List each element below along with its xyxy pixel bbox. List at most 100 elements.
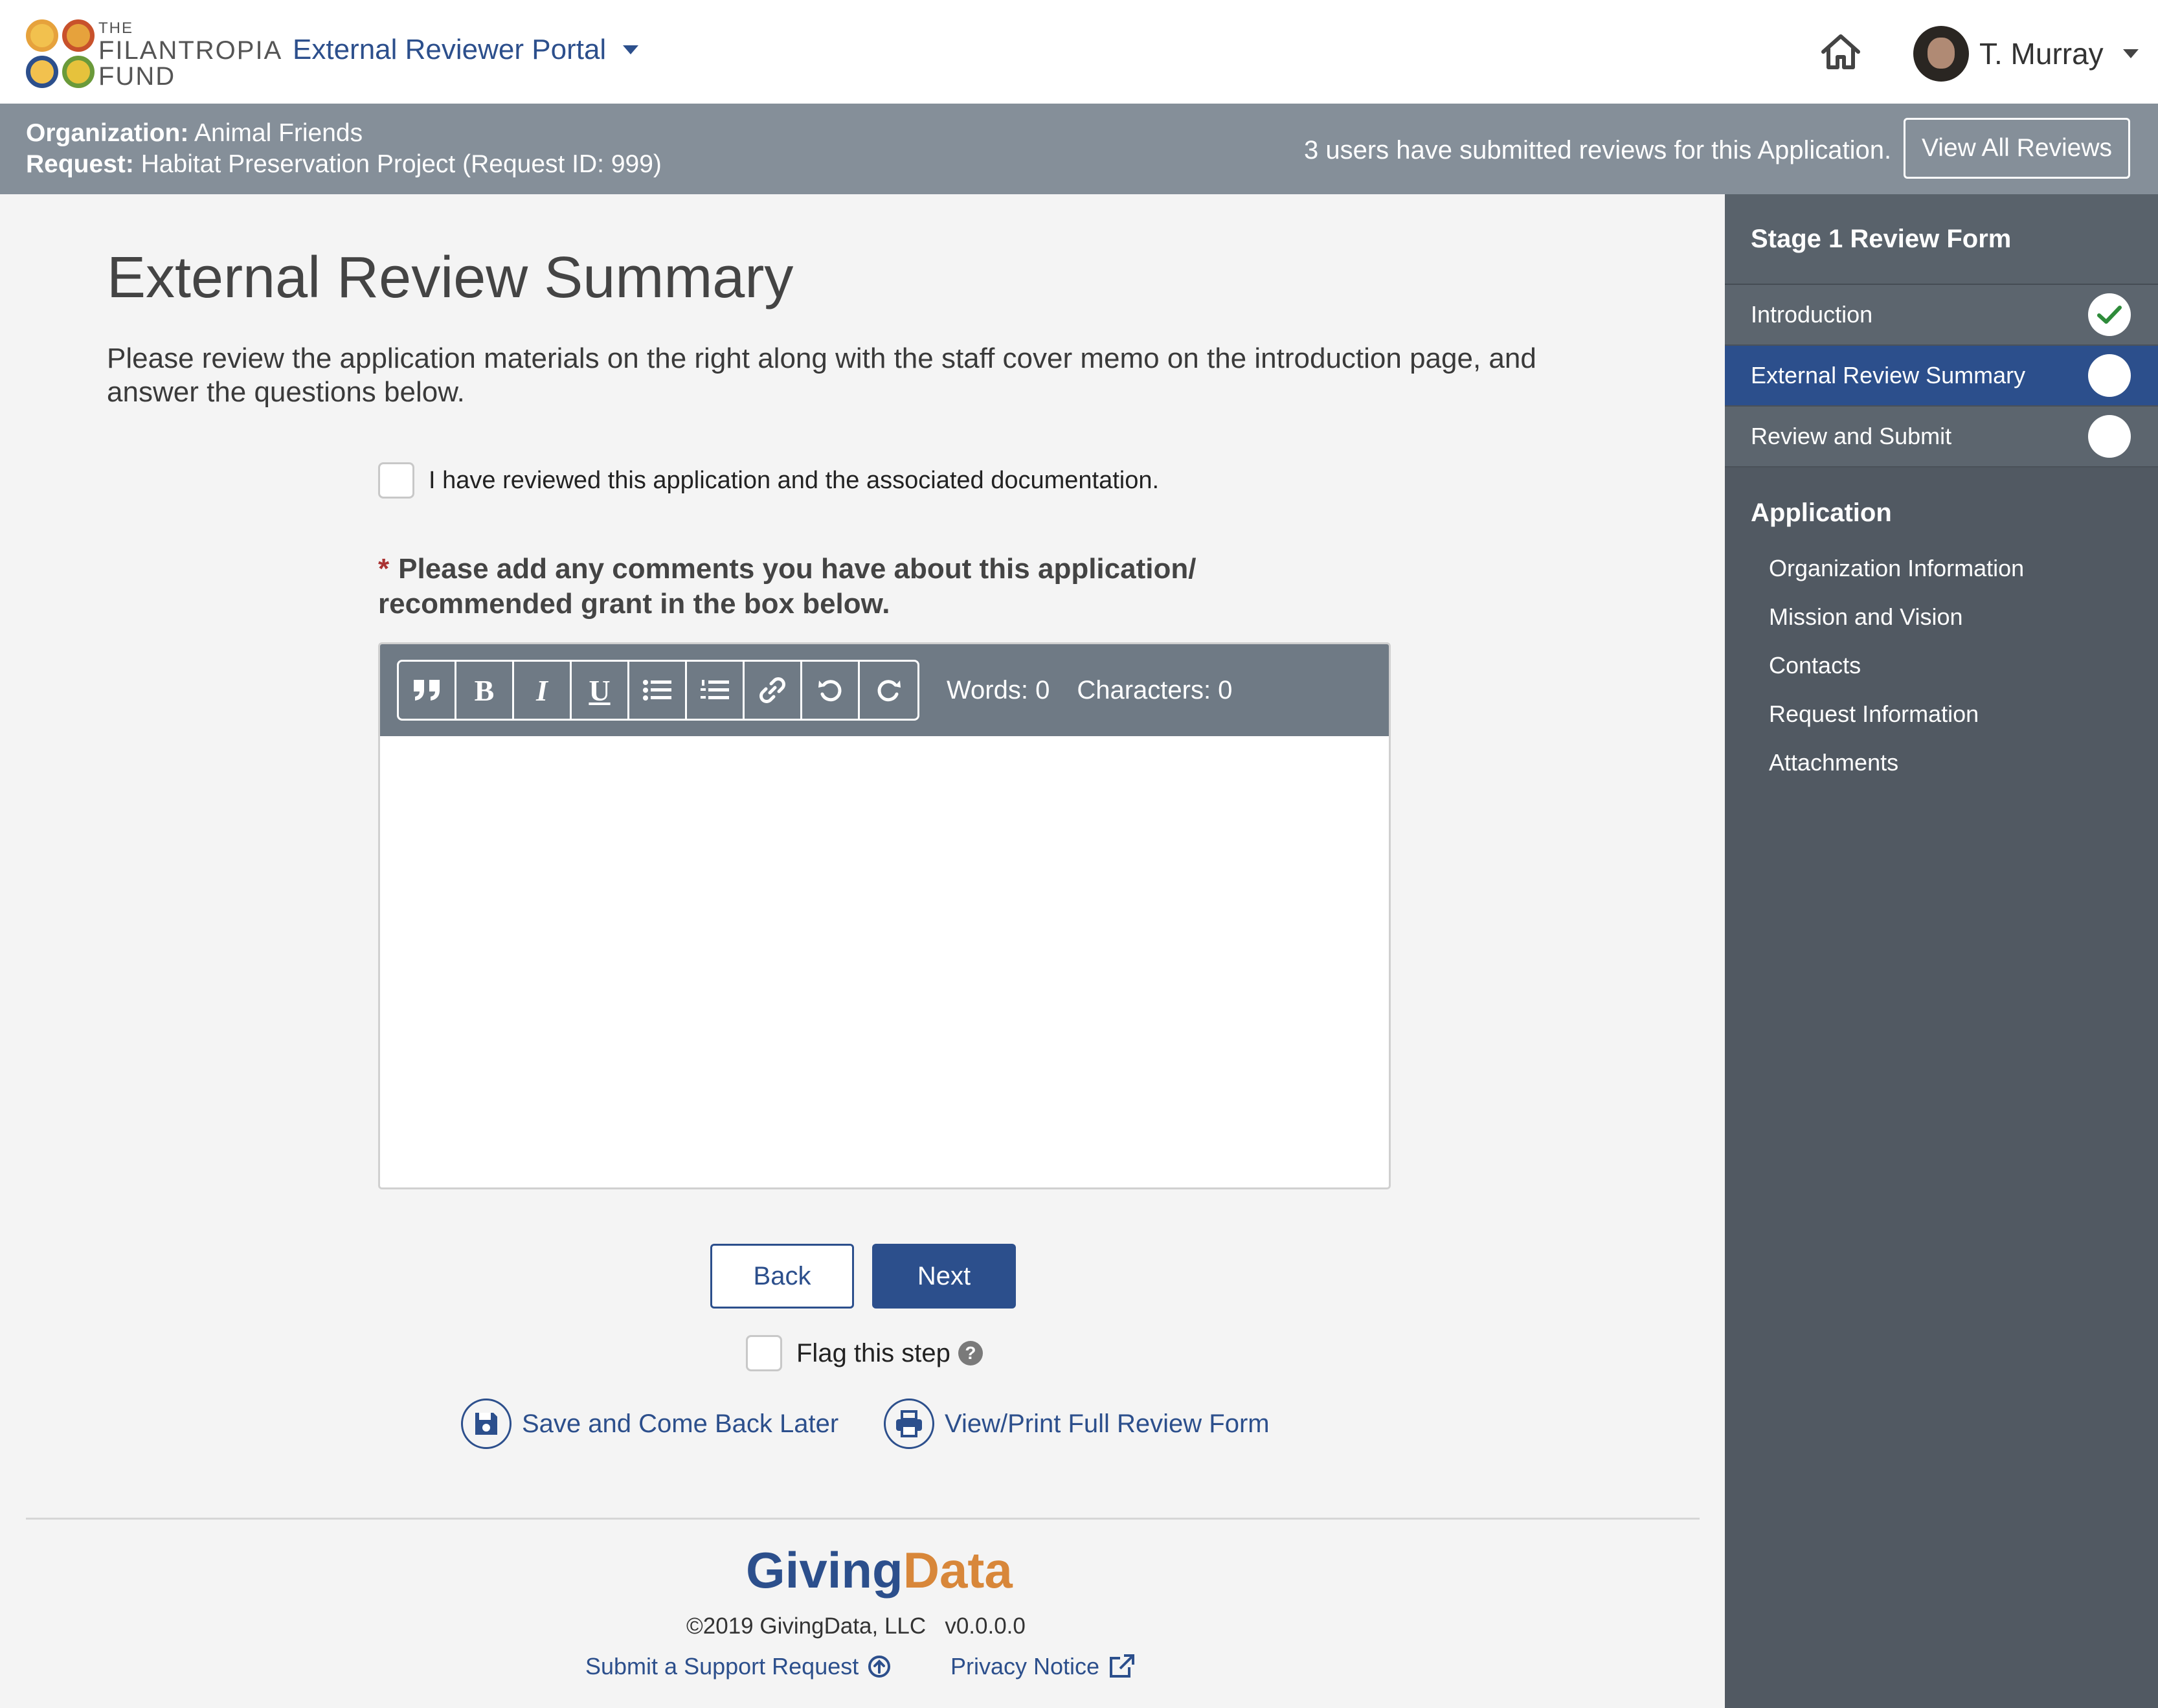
organization-label: Organization: — [26, 119, 189, 147]
logo-text-the: THE — [98, 19, 133, 37]
incomplete-circle-icon — [2088, 354, 2131, 397]
top-header: THE FILANTROPIA FUND External Reviewer P… — [0, 0, 2158, 104]
sidebar-application-heading: Application — [1751, 498, 1892, 527]
request-value: Habitat Preservation Project (Request ID… — [140, 150, 662, 178]
complete-check-icon — [2088, 293, 2131, 336]
portal-label: External Reviewer Portal — [293, 34, 607, 65]
givingdata-logo-giving: Giving — [746, 1542, 903, 1599]
italic-icon: I — [536, 673, 548, 707]
filantropia-fund-logo[interactable]: THE FILANTROPIA FUND — [26, 18, 298, 91]
application-info-bar: Organization: Animal Friends Request: Ha… — [0, 104, 2158, 194]
logo-text-filantropia: FILANTROPIA — [98, 36, 283, 65]
flag-step-checkbox[interactable] — [746, 1335, 782, 1371]
instructions-text: Please review the application materials … — [107, 343, 1536, 408]
view-all-reviews-button[interactable]: View All Reviews — [1904, 118, 2130, 179]
bold-button[interactable]: B — [456, 662, 514, 719]
application-details: Organization: Animal Friends Request: Ha… — [26, 118, 662, 180]
incomplete-circle-icon — [2088, 415, 2131, 458]
editor-counts: Words: 0 Characters: 0 — [947, 676, 1232, 705]
bold-icon: B — [474, 673, 495, 707]
request-label: Request: — [26, 150, 134, 178]
reviewed-checkbox[interactable] — [378, 462, 414, 499]
support-link-label: Submit a Support Request — [585, 1653, 859, 1680]
sidebar-link-request-information[interactable]: Request Information — [1725, 690, 2158, 738]
quote-icon — [414, 680, 440, 701]
footer-divider — [26, 1518, 1700, 1520]
view-print-review-form-link[interactable]: View/Print Full Review Form — [884, 1399, 1270, 1449]
chevron-down-icon — [623, 45, 639, 54]
home-icon[interactable] — [1819, 32, 1862, 71]
avatar — [1913, 26, 1969, 82]
required-asterisk: * — [378, 553, 390, 585]
formatting-button-group: B I U — [397, 660, 919, 721]
italic-button[interactable]: I — [514, 662, 572, 719]
logo-dot-green — [62, 56, 95, 88]
save-and-come-back-later-link[interactable]: Save and Come Back Later — [461, 1399, 838, 1449]
save-link-label: Save and Come Back Later — [522, 1409, 839, 1438]
reviewed-confirmation[interactable]: I have reviewed this application and the… — [378, 462, 1159, 499]
submit-support-request-link[interactable]: Submit a Support Request — [585, 1653, 891, 1680]
sidebar-link-organization-information[interactable]: Organization Information — [1725, 544, 2158, 592]
external-link-icon — [1110, 1654, 1135, 1678]
bulleted-list-icon — [643, 680, 671, 701]
comments-text-area[interactable] — [380, 736, 1389, 1187]
logo-dot-yellow — [26, 19, 58, 52]
printer-icon — [896, 1410, 922, 1437]
reviewed-checkbox-label: I have reviewed this application and the… — [429, 466, 1160, 494]
privacy-notice-link[interactable]: Privacy Notice — [950, 1653, 1135, 1680]
underline-icon: U — [589, 673, 611, 707]
submitted-reviews-text: 3 users have submitted reviews for this … — [1304, 136, 1892, 164]
flag-step-label: Flag this step — [796, 1338, 950, 1367]
word-count: Words: 0 — [947, 675, 1050, 704]
comments-question-text: Please add any comments you have about t… — [378, 553, 1197, 620]
chevron-down-icon — [2122, 49, 2139, 58]
page-title: External Review Summary — [107, 245, 794, 310]
back-button[interactable]: Back — [710, 1244, 854, 1309]
sidebar-step-review-and-submit[interactable]: Review and Submit — [1725, 407, 2158, 467]
review-form-sidebar: Stage 1 Review Form Introduction Externa… — [1725, 194, 2158, 1708]
underline-button[interactable]: U — [572, 662, 629, 719]
copyright-text: ©2019 GivingData, LLC v0.0.0.0 — [686, 1613, 1026, 1639]
user-name: T. Murray — [1979, 37, 2104, 71]
next-button[interactable]: Next — [872, 1244, 1016, 1309]
link-icon — [759, 677, 785, 703]
sidebar-step-external-review-summary[interactable]: External Review Summary — [1725, 346, 2158, 407]
numbered-list-icon — [701, 680, 729, 699]
sidebar-step-label: External Review Summary — [1751, 362, 2026, 388]
bullet-list-button[interactable] — [629, 662, 687, 719]
privacy-link-label: Privacy Notice — [950, 1653, 1100, 1680]
organization-line: Organization: Animal Friends — [26, 118, 662, 149]
undo-icon — [818, 680, 842, 702]
help-icon[interactable]: ? — [958, 1341, 983, 1365]
undo-button[interactable] — [802, 662, 860, 719]
givingdata-logo: GivingData — [746, 1541, 1013, 1600]
sidebar-step-label: Introduction — [1751, 301, 1873, 328]
comments-question: * Please add any comments you have about … — [378, 552, 1349, 622]
redo-button[interactable] — [860, 662, 917, 719]
flag-step[interactable]: Flag this step ? — [746, 1335, 983, 1371]
sidebar-link-mission-and-vision[interactable]: Mission and Vision — [1725, 592, 2158, 641]
user-menu[interactable]: T. Murray — [1913, 26, 2139, 82]
insert-link-button[interactable] — [745, 662, 802, 719]
organization-value: Animal Friends — [194, 119, 363, 147]
save-icon-ring — [461, 1399, 511, 1449]
arrow-up-circle-icon — [868, 1656, 891, 1678]
print-link-label: View/Print Full Review Form — [945, 1409, 1270, 1438]
sidebar-heading: Stage 1 Review Form — [1725, 194, 2158, 285]
sidebar-step-introduction[interactable]: Introduction — [1725, 285, 2158, 346]
sidebar-link-attachments[interactable]: Attachments — [1725, 738, 2158, 787]
logo-dot-orange — [62, 19, 95, 52]
blockquote-button[interactable] — [399, 662, 456, 719]
request-line: Request: Habitat Preservation Project (R… — [26, 149, 662, 180]
print-icon-ring — [884, 1399, 934, 1449]
editor-toolbar: B I U Words: 0 Characters: 0 — [380, 644, 1389, 736]
redo-icon — [877, 680, 901, 702]
givingdata-logo-data: Data — [903, 1542, 1013, 1599]
sidebar-link-contacts[interactable]: Contacts — [1725, 641, 2158, 690]
portal-switcher[interactable]: External Reviewer Portal — [293, 34, 639, 66]
numbered-list-button[interactable] — [687, 662, 745, 719]
logo-dot-blue — [26, 56, 58, 88]
floppy-disk-icon — [475, 1413, 497, 1435]
logo-text-fund: FUND — [98, 62, 176, 91]
character-count: Characters: 0 — [1077, 675, 1233, 704]
